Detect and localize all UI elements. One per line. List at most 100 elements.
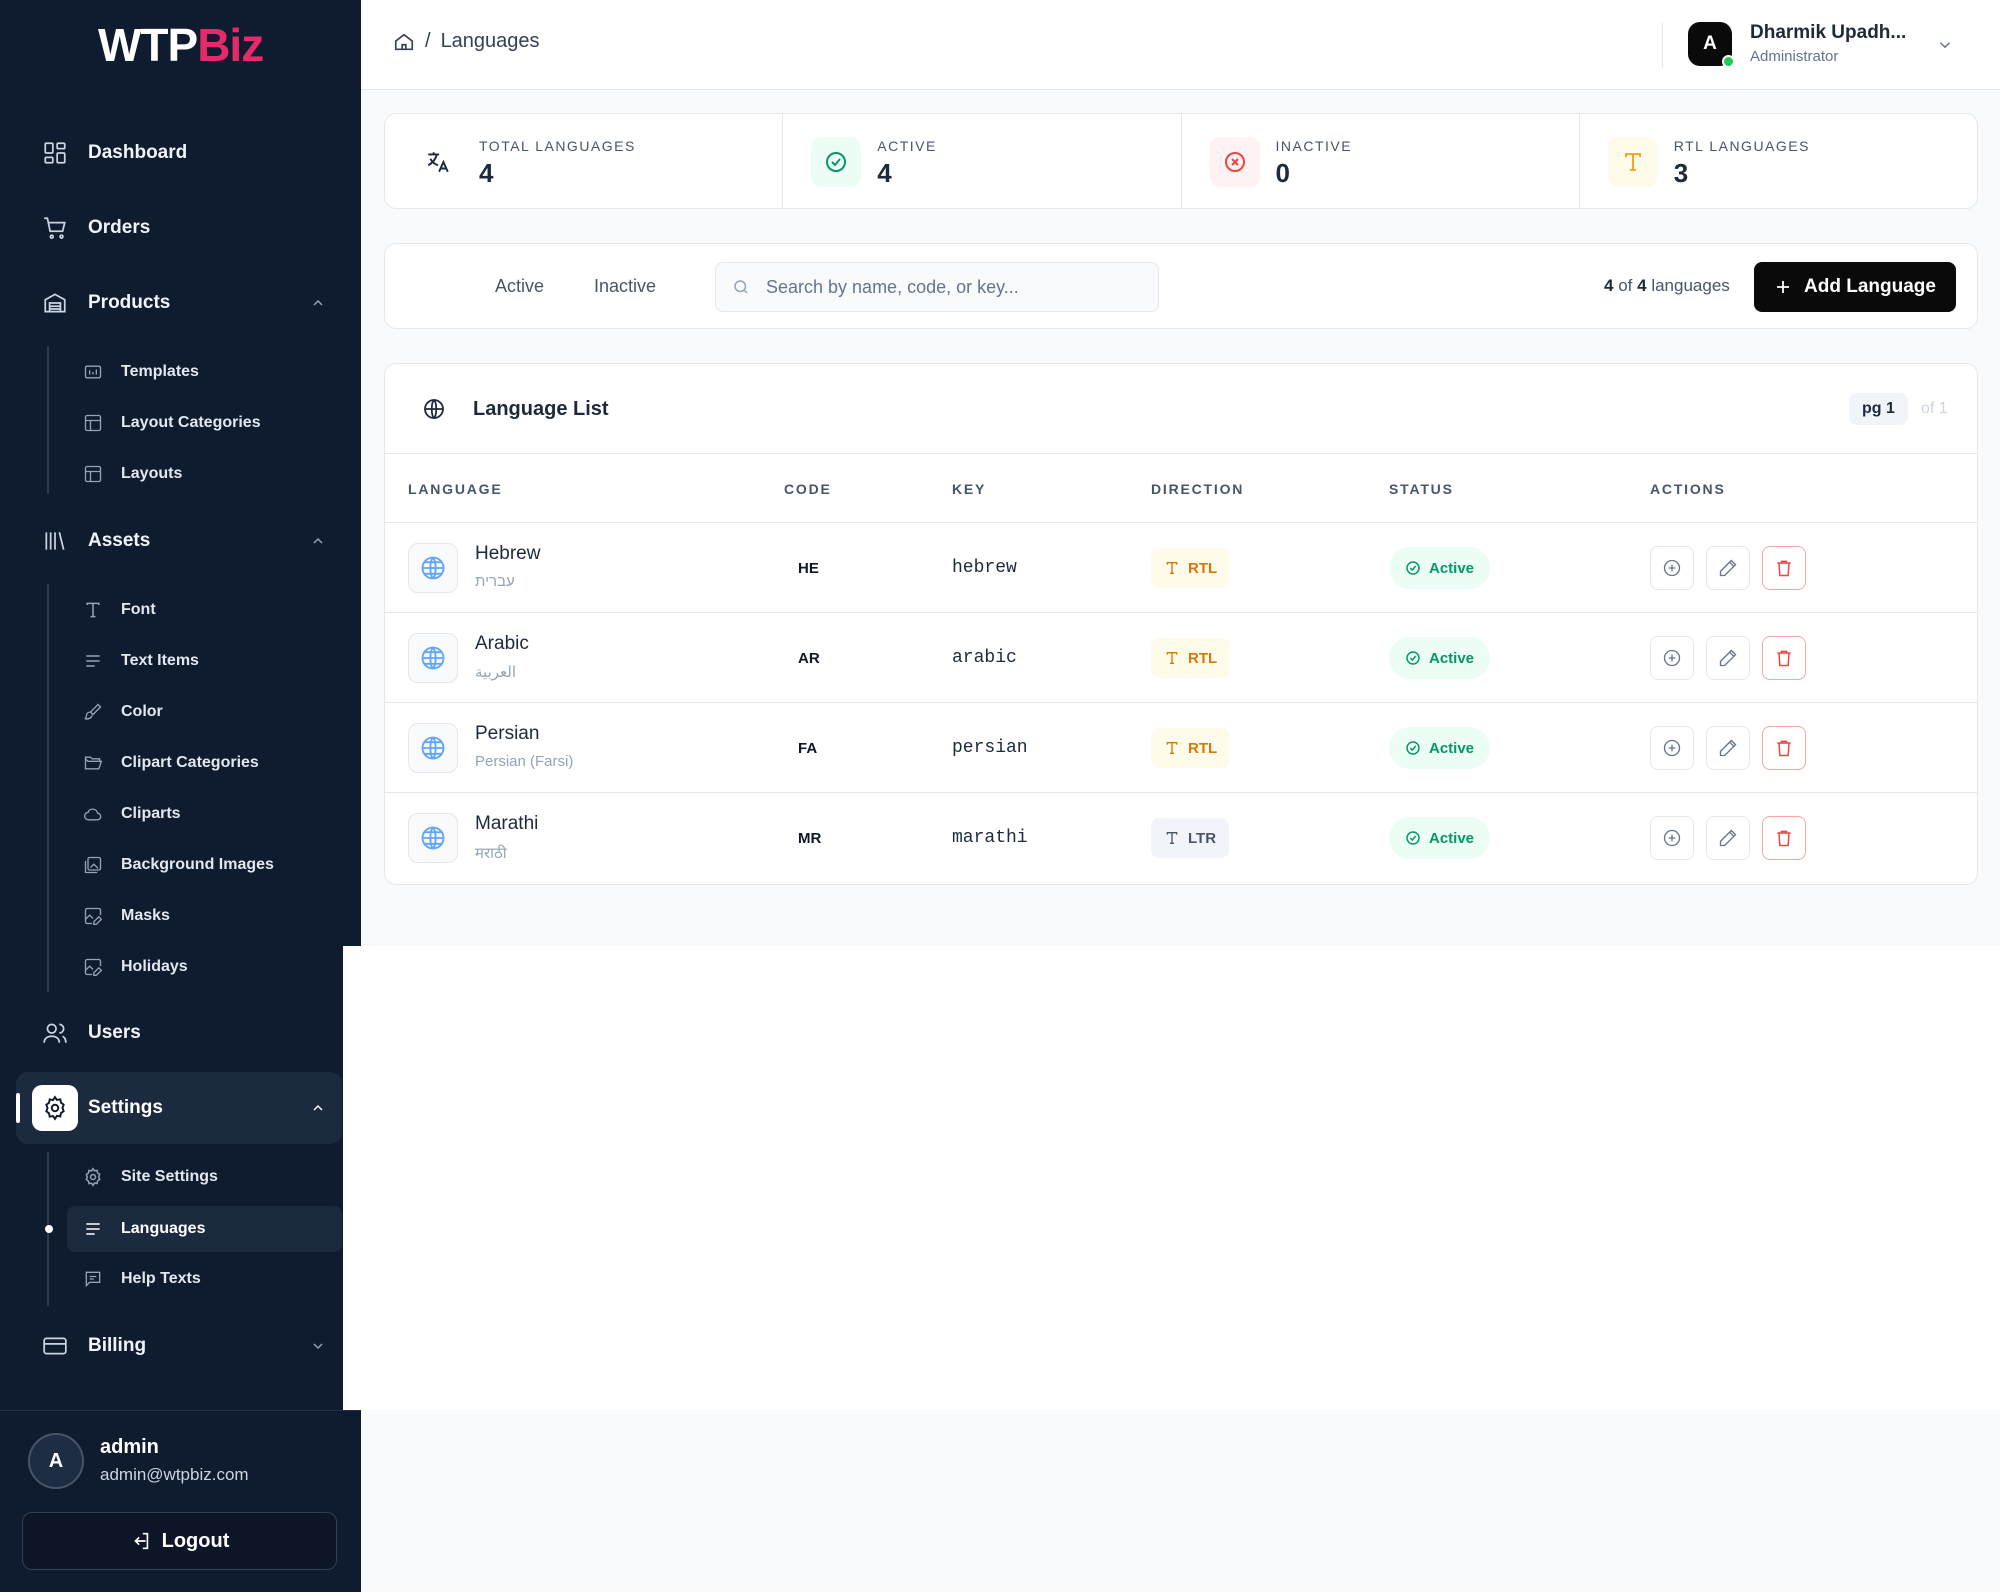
edit-button[interactable] [1706, 546, 1750, 590]
table-row[interactable]: Marathi मराठी MR marathi LTR Active [385, 792, 1977, 882]
delete-button[interactable] [1762, 816, 1806, 860]
subnav-holidays-label: Holidays [121, 958, 188, 975]
nav-dashboard-label: Dashboard [88, 142, 188, 163]
subnav-text-items[interactable]: Text Items [67, 638, 342, 684]
subnav-cliparts[interactable]: Cliparts [67, 791, 342, 837]
products-subnav-line [47, 346, 49, 494]
subnav-layout-categories-label: Layout Categories [121, 414, 261, 431]
tab-active[interactable]: Active [495, 276, 544, 297]
nav-assets[interactable]: Assets [16, 506, 342, 576]
column-header-actions: ACTIONS [1650, 481, 1726, 497]
column-header-code: CODE [784, 481, 832, 497]
add-language-button[interactable]: Add Language [1754, 262, 1956, 312]
breadcrumb-separator: / [425, 30, 431, 52]
subnav-languages[interactable]: Languages [67, 1206, 342, 1252]
count-shown: 4 [1604, 276, 1614, 295]
activate-button[interactable] [1650, 726, 1694, 770]
type-icon [1166, 832, 1178, 844]
nav-products[interactable]: Products [16, 268, 342, 338]
language-code: FA [798, 740, 818, 757]
globe-icon [424, 399, 444, 419]
breadcrumb-current: Languages [440, 30, 540, 52]
subnav-holidays[interactable]: Holidays [67, 944, 342, 990]
language-key: persian [952, 738, 1028, 758]
page-indicator: pg 1 [1849, 393, 1908, 425]
search-box [715, 262, 1159, 312]
stat-value: 3 [1673, 158, 1689, 188]
cart-icon [44, 217, 66, 239]
activate-button[interactable] [1650, 816, 1694, 860]
subnav-text-items-label: Text Items [121, 652, 199, 669]
globe-icon [408, 543, 458, 593]
activate-button[interactable] [1650, 546, 1694, 590]
plus-circle-icon [1663, 649, 1681, 667]
main-content: / Languages A Dharmik Upadh... Administr… [361, 0, 2000, 946]
layout-icon [84, 465, 102, 483]
delete-button[interactable] [1762, 636, 1806, 680]
list-header: Language List pg 1 of 1 [385, 364, 1977, 454]
sidebar-user-name: admin [100, 1436, 159, 1458]
add-language-label: Add Language [1804, 276, 1936, 297]
list-title: Language List [473, 398, 609, 420]
table-row[interactable]: Hebrew עברית HE hebrew RTL Active [385, 522, 1977, 612]
count-suffix: languages [1651, 276, 1730, 295]
avatar[interactable]: A [28, 1433, 84, 1489]
subnav-background-images[interactable]: Background Images [67, 842, 342, 888]
direction-badge: LTR [1151, 818, 1230, 858]
subnav-color[interactable]: Color [67, 689, 342, 735]
delete-button[interactable] [1762, 546, 1806, 590]
credit-card-icon [43, 1337, 67, 1355]
subnav-layout-categories[interactable]: Layout Categories [67, 400, 342, 446]
count-total: 4 [1637, 276, 1647, 295]
plus-icon [1777, 281, 1790, 293]
table-row[interactable]: Arabic العربية AR arabic RTL Active [385, 612, 1977, 702]
home-icon[interactable] [393, 31, 415, 53]
type-icon [86, 602, 100, 618]
subnav-templates[interactable]: Templates [67, 349, 342, 395]
language-name: Hebrew [475, 543, 541, 564]
nav-dashboard[interactable]: Dashboard [16, 118, 342, 188]
subnav-font-label: Font [121, 601, 156, 618]
activate-button[interactable] [1650, 636, 1694, 680]
trash-icon [1777, 740, 1791, 757]
logout-button[interactable]: Logout [22, 1512, 337, 1570]
brand-logo[interactable]: WTPBiz [98, 18, 264, 72]
delete-button[interactable] [1762, 726, 1806, 770]
type-icon [1607, 137, 1658, 187]
user-name[interactable]: Dharmik Upadh... [1750, 22, 1906, 44]
nav-billing[interactable]: Billing [16, 1311, 342, 1381]
type-icon [1166, 562, 1178, 574]
direction-label: LTR [1188, 829, 1217, 847]
page-total: of 1 [1921, 400, 1948, 417]
subnav-templates-label: Templates [121, 363, 199, 380]
subnav-font[interactable]: Font [67, 587, 342, 633]
subnav-masks[interactable]: Masks [67, 893, 342, 939]
online-status-dot [1722, 55, 1735, 68]
active-dot [45, 1225, 53, 1233]
edit-button[interactable] [1706, 816, 1750, 860]
tab-inactive[interactable]: Inactive [594, 276, 656, 297]
nav-orders[interactable]: Orders [16, 193, 342, 263]
stat-value: 4 [877, 158, 892, 188]
nav-users[interactable]: Users [16, 998, 342, 1068]
subnav-site-settings[interactable]: Site Settings [67, 1154, 342, 1200]
chevron-down-icon[interactable] [1936, 36, 1954, 54]
status-badge: Active [1389, 817, 1491, 859]
subnav-clipart-categories[interactable]: Clipart Categories [67, 740, 342, 786]
globe-icon [408, 633, 458, 683]
image-edit-icon [84, 958, 103, 976]
language-code: HE [798, 560, 819, 577]
layout-icon [84, 414, 102, 432]
images-icon [84, 856, 102, 874]
subnav-cliparts-label: Cliparts [121, 805, 181, 822]
edit-button[interactable] [1706, 636, 1750, 680]
nav-settings[interactable]: Settings [16, 1073, 342, 1143]
paintbrush-icon [84, 703, 102, 720]
stat-label: RTL LANGUAGES [1673, 138, 1810, 154]
subnav-help-texts[interactable]: Help Texts [67, 1256, 342, 1302]
edit-button[interactable] [1706, 726, 1750, 770]
result-count: 4 of 4 languages [1604, 276, 1730, 296]
search-input[interactable] [766, 276, 1146, 298]
table-row[interactable]: Persian Persian (Farsi) FA persian RTL A… [385, 702, 1977, 792]
subnav-layouts[interactable]: Layouts [67, 451, 342, 497]
